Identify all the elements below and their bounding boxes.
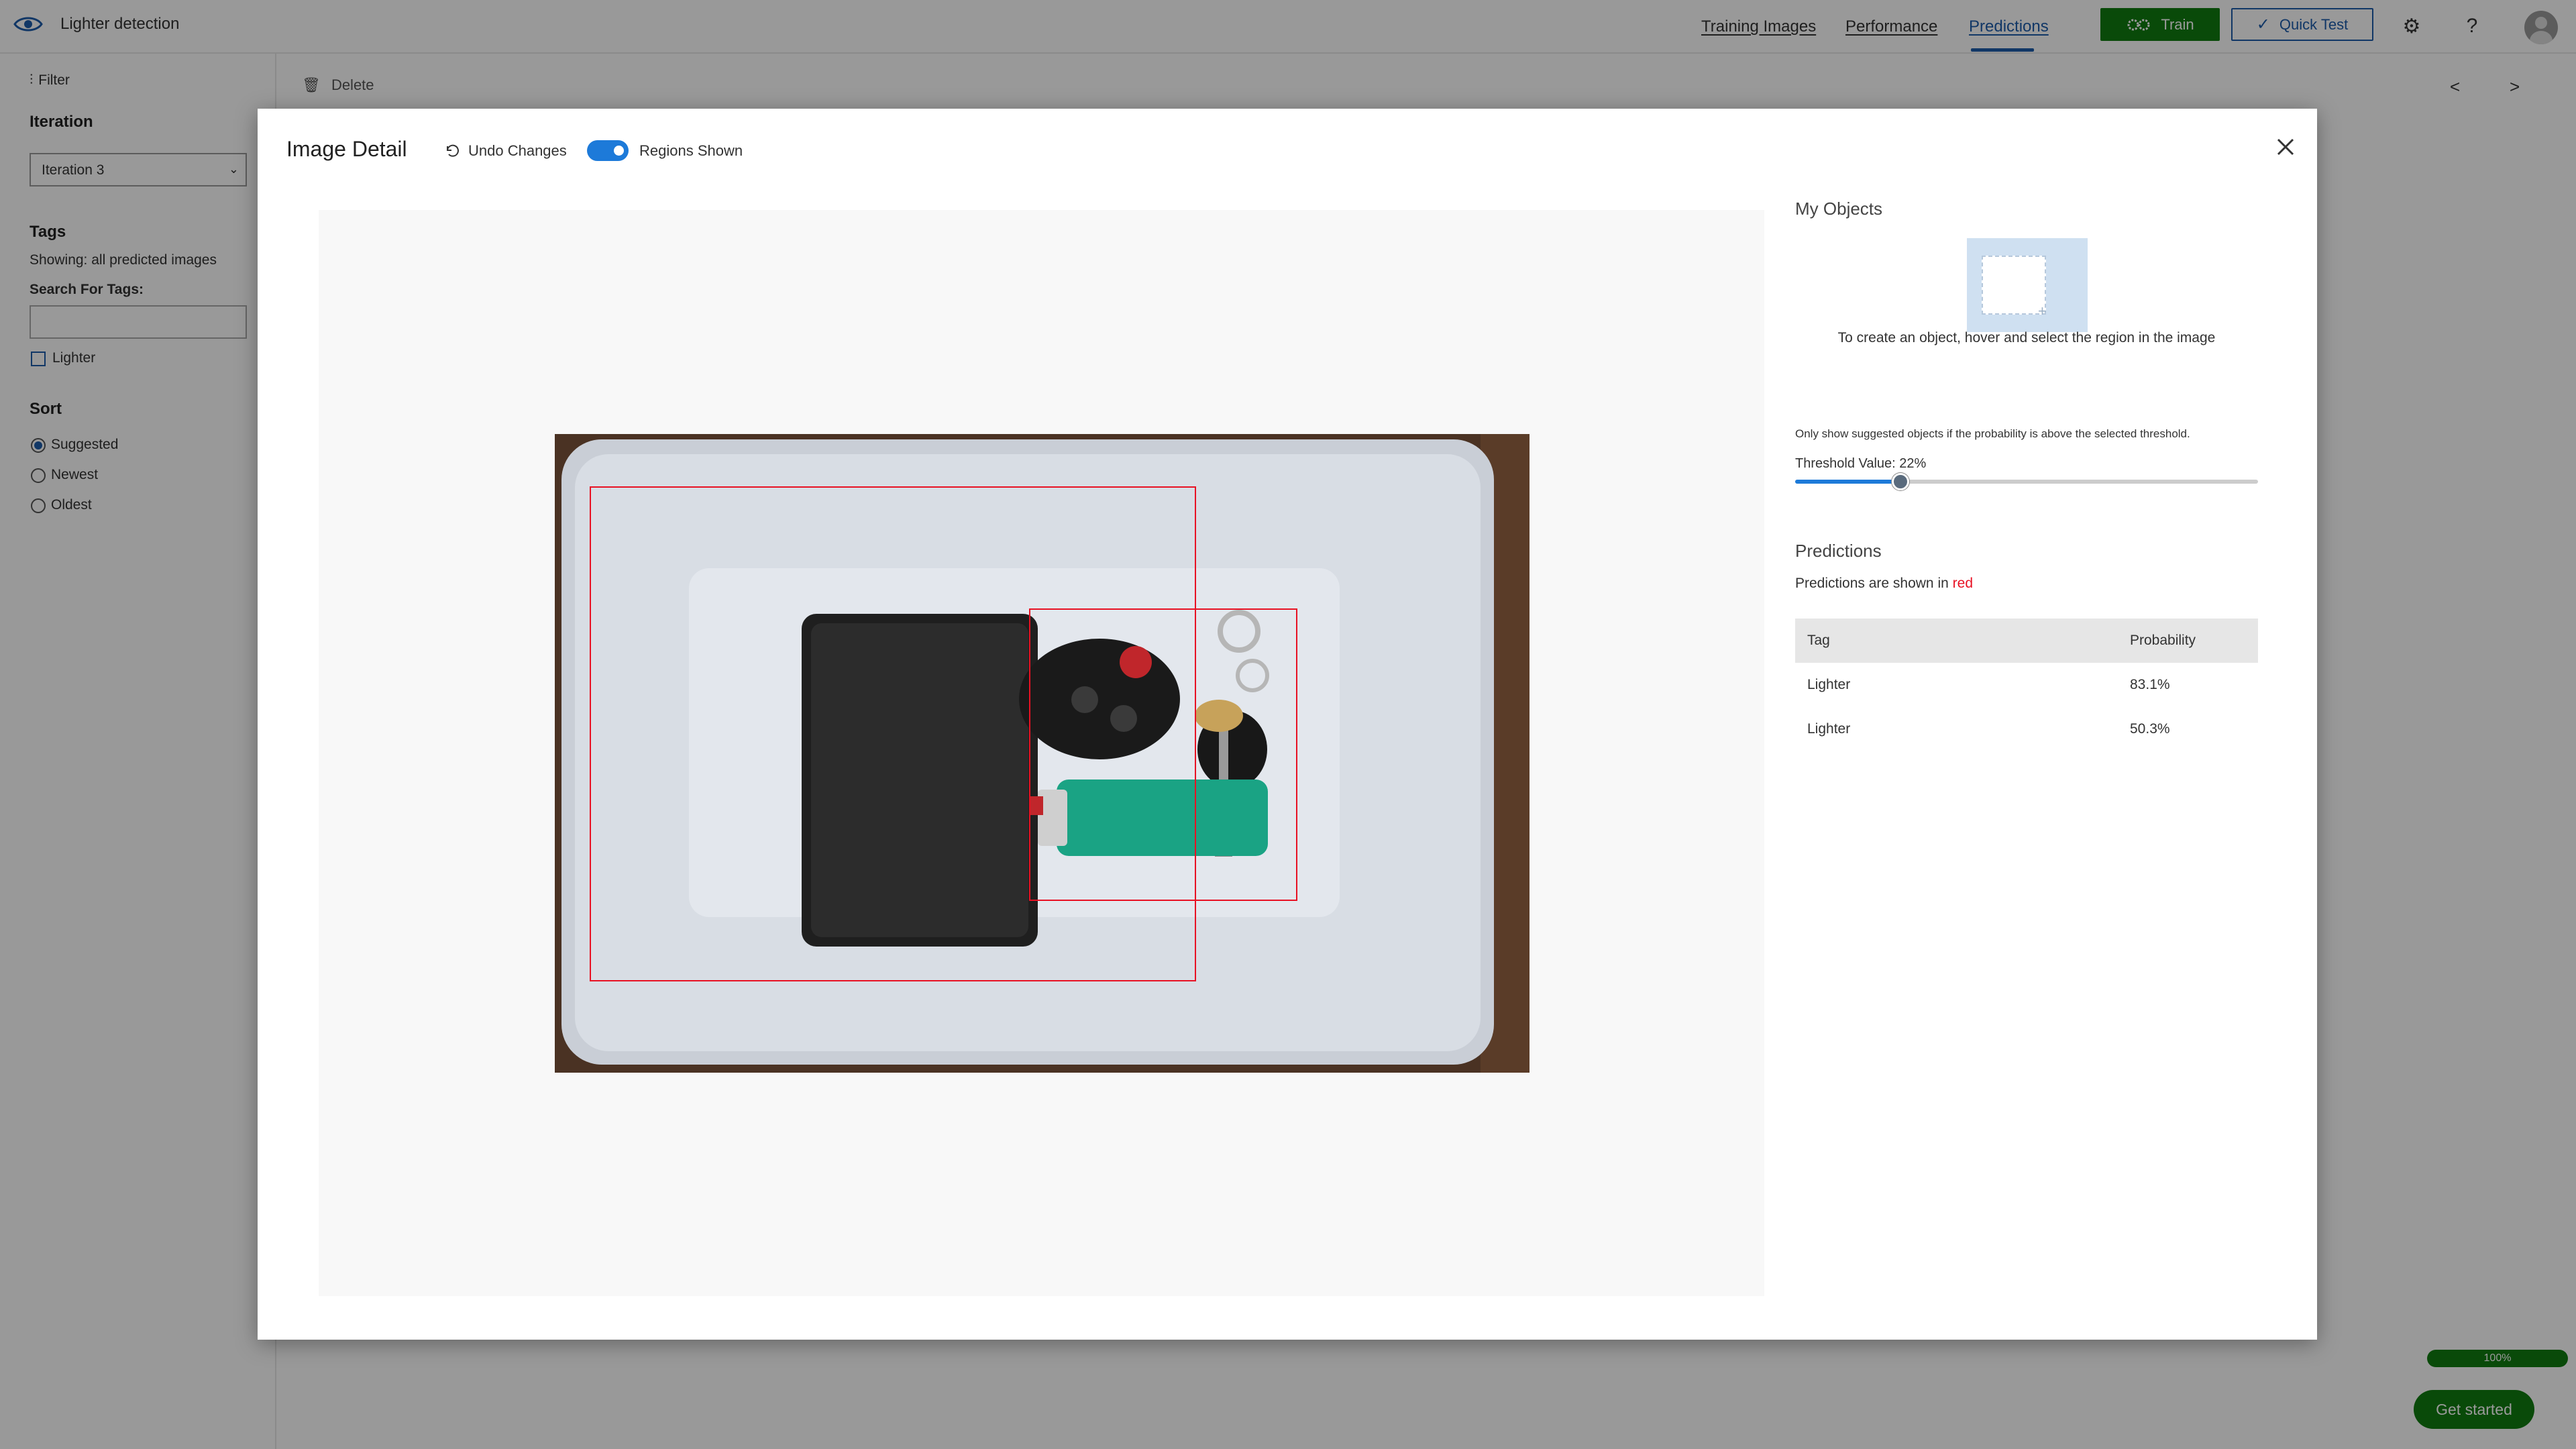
predictions-note-color: red (1952, 576, 1973, 591)
image-canvas[interactable] (319, 210, 1764, 1296)
predictions-heading: Predictions (1795, 541, 1882, 561)
column-header-tag: Tag (1795, 619, 2118, 663)
cell-tag: Lighter (1807, 721, 1851, 737)
column-header-probability: Probability (2118, 619, 2258, 663)
dashed-region-box (1982, 256, 2046, 315)
prediction-region[interactable] (1029, 608, 1297, 901)
table-header-row: Tag Probability (1795, 619, 2258, 663)
undo-changes-button[interactable]: Undo Changes (444, 142, 567, 160)
table-row[interactable]: Lighter 50.3% (1795, 707, 2258, 751)
predictions-table: Tag Probability Lighter 83.1% Lighter 50… (1795, 619, 2258, 751)
right-panel: My Objects + To create an object, hover … (1795, 109, 2292, 1340)
predictions-note-text: Predictions are shown in (1795, 576, 1949, 591)
cell-probability: 83.1% (2130, 677, 2170, 692)
threshold-note: Only show suggested objects if the proba… (1795, 427, 2190, 440)
image-detail-modal: Image Detail Undo Changes Regions Shown (258, 109, 2317, 1340)
predictions-note: Predictions are shown in red (1795, 576, 1973, 592)
threshold-slider-thumb[interactable] (1891, 473, 1909, 490)
regions-shown-label: Regions Shown (639, 142, 743, 159)
threshold-slider[interactable] (1795, 473, 2258, 490)
threshold-label: Threshold Value: 22% (1795, 456, 1927, 471)
regions-shown-toggle[interactable] (587, 140, 629, 161)
cell-probability: 50.3% (2130, 721, 2170, 737)
detection-photo[interactable] (555, 434, 1529, 1073)
modal-title: Image Detail (286, 137, 407, 161)
table-row[interactable]: Lighter 83.1% (1795, 663, 2258, 707)
plus-icon: + (2038, 303, 2047, 319)
threshold-slider-fill (1795, 480, 1897, 484)
create-object-illustration: + (1967, 238, 2088, 332)
cell-tag: Lighter (1807, 677, 1851, 692)
undo-label: Undo Changes (468, 142, 567, 159)
undo-icon (447, 144, 459, 157)
create-object-hint: To create an object, hover and select th… (1837, 330, 2216, 345)
my-objects-heading: My Objects (1795, 199, 1883, 219)
